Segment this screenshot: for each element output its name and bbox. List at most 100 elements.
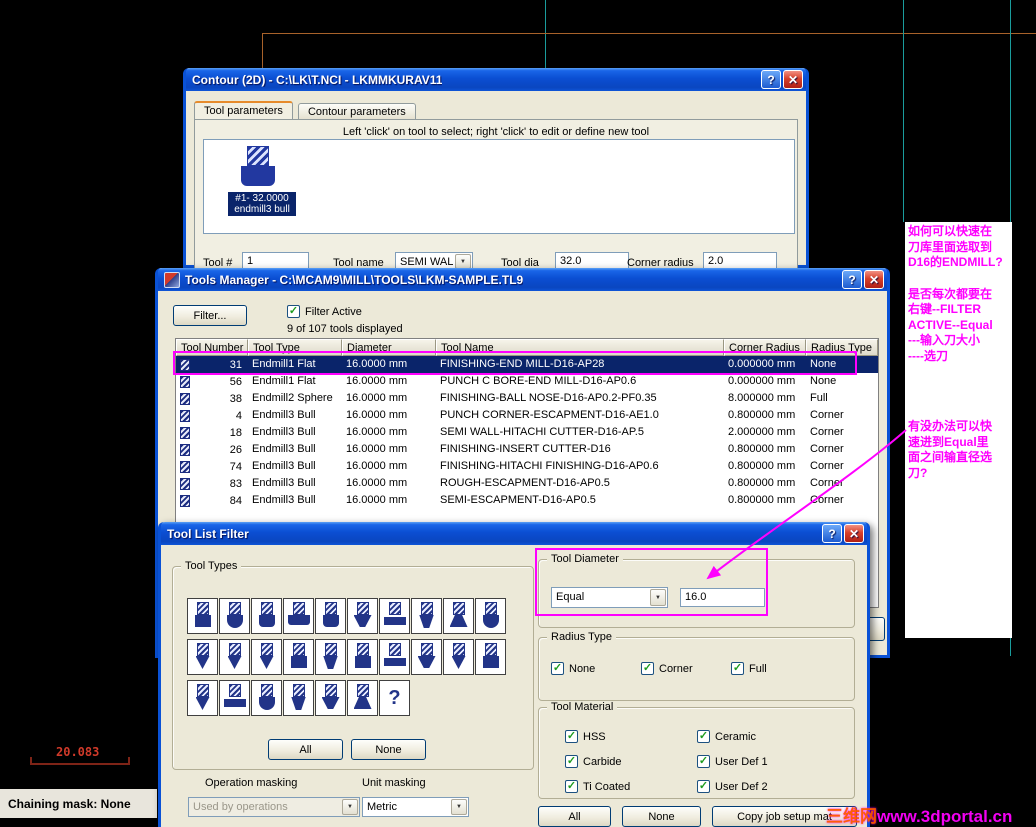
counter-sink-icon[interactable] xyxy=(411,639,442,675)
slot-mill-icon[interactable] xyxy=(379,598,410,634)
dropdown-arrow-icon[interactable]: ▼ xyxy=(455,254,471,269)
tool-shank-icon xyxy=(247,146,269,166)
tool-type-cell: Endmill3 Bull xyxy=(252,426,316,438)
tool-row-38[interactable]: 38 Endmill2 Sphere 16.0000 mm FINISHING-BAL… xyxy=(176,390,878,407)
material-none-button[interactable]: None xyxy=(622,806,701,827)
unit-masking-label: Unit masking xyxy=(362,777,426,789)
face-mill-icon[interactable] xyxy=(283,598,314,634)
tool-row-84[interactable]: 84 Endmill3 Bull 16.0000 mm SEMI-ESCAPMENT-… xyxy=(176,492,878,509)
lollipop-mill-icon[interactable] xyxy=(475,598,506,634)
bore-bar-icon[interactable] xyxy=(347,639,378,675)
tool-types-label: Tool Types xyxy=(181,560,242,572)
counter-bore-icon[interactable] xyxy=(379,639,410,675)
chamfer-mill-icon[interactable] xyxy=(347,598,378,634)
tap-icon[interactable] xyxy=(315,639,346,675)
tool-name-cell: ROUGH-ESCAPMENT-D16-AP0.5 xyxy=(440,477,610,489)
tool-row-56[interactable]: 56 Endmill1 Flat 16.0000 mm PUNCH C BORE-EN… xyxy=(176,373,878,390)
close-button[interactable]: ✕ xyxy=(783,70,803,89)
tab-tool-parameters[interactable]: Tool parameters xyxy=(194,101,293,121)
center-drill-icon[interactable] xyxy=(187,639,218,675)
diameter-value-input[interactable]: 16.0 xyxy=(680,588,765,607)
reamer-icon[interactable] xyxy=(283,639,314,675)
help-button[interactable]: ? xyxy=(761,70,781,89)
tool-material-label: Tool Material xyxy=(547,701,618,713)
col-diameter[interactable]: Diameter xyxy=(342,339,436,356)
taper-mill-icon[interactable] xyxy=(411,598,442,634)
material-ceramic-checkbox[interactable]: ✓ Ceramic xyxy=(697,730,829,743)
col-radius-type[interactable]: Radius Type xyxy=(806,339,878,356)
col-corner-radius[interactable]: Corner Radius xyxy=(724,339,806,356)
help-button[interactable]: ? xyxy=(822,524,842,543)
help-button[interactable]: ? xyxy=(842,270,862,289)
tools-manager-title: Tools Manager - C:\MCAM9\MILL\TOOLS\LKM-… xyxy=(185,272,524,287)
dove-mill-icon[interactable] xyxy=(443,598,474,634)
flat-bottom-drill-icon[interactable] xyxy=(475,639,506,675)
tools-manager-titlebar[interactable]: Tools Manager - C:\MCAM9\MILL\TOOLS\LKM-… xyxy=(158,268,887,291)
chamfer-mill-2-icon[interactable] xyxy=(315,680,346,716)
drill-icon[interactable] xyxy=(251,639,282,675)
material-carbide-checkbox[interactable]: ✓ Carbide xyxy=(565,755,697,768)
operation-masking-combo[interactable]: Used by operations ▼ xyxy=(188,797,360,817)
tool-types-none-button[interactable]: None xyxy=(351,739,426,760)
radius-full-checkbox[interactable]: ✓ Full xyxy=(731,662,821,675)
material-ti-coated-checkbox[interactable]: ✓ Ti Coated xyxy=(565,780,697,793)
tool-row-31[interactable]: 31 Endmill1 Flat 16.0000 mm FINISHING-END M… xyxy=(176,356,878,373)
tool-row-83[interactable]: 83 Endmill3 Bull 16.0000 mm ROUGH-ESCAPMENT… xyxy=(176,475,878,492)
tool-list-filter-titlebar[interactable]: Tool List Filter ? ✕ xyxy=(161,522,867,545)
radius-type-label: Radius Type xyxy=(547,631,616,643)
material-user-def-2-checkbox[interactable]: ✓ User Def 2 xyxy=(697,780,829,793)
geometry-line-vertical-orange xyxy=(262,33,263,68)
selected-tool-label[interactable]: #1- 32.0000 endmill3 bull xyxy=(228,192,296,216)
tool-list-area[interactable]: #1- 32.0000 endmill3 bull xyxy=(203,139,795,234)
tool-name-cell: FINISHING-BALL NOSE-D16-AP0.2-PF0.35 xyxy=(440,392,657,404)
endmill-flat-icon[interactable] xyxy=(187,598,218,634)
tool-types-all-button[interactable]: All xyxy=(268,739,343,760)
tool-select-hint: Left 'click' on tool to select; right 'c… xyxy=(342,126,650,138)
taper-reamer-icon[interactable] xyxy=(283,680,314,716)
contour-titlebar[interactable]: Contour (2D) - C:\LK\T.NCI - LKMMKURAV11… xyxy=(186,68,806,91)
filter-active-checkbox[interactable]: ✓ Filter Active xyxy=(287,305,362,318)
tool-row-26[interactable]: 26 Endmill3 Bull 16.0000 mm FINISHING-INSER… xyxy=(176,441,878,458)
tool-mini-icon xyxy=(180,409,190,422)
col-tool-number[interactable]: Tool Number xyxy=(176,339,248,356)
barrel-mill-icon[interactable] xyxy=(251,680,282,716)
close-button[interactable]: ✕ xyxy=(864,270,884,289)
endmill-bull-icon[interactable] xyxy=(251,598,282,634)
chaining-mask-text: Chaining mask: None xyxy=(8,796,131,811)
col-tool-name[interactable]: Tool Name xyxy=(436,339,724,356)
dropdown-arrow-icon[interactable]: ▼ xyxy=(342,799,358,815)
tool-row-4[interactable]: 4 Endmill3 Bull 16.0000 mm PUNCH CORNER-ESC… xyxy=(176,407,878,424)
thread-mill-icon[interactable] xyxy=(219,680,250,716)
radius-corner-checkbox[interactable]: ✓ Corner xyxy=(641,662,731,675)
radius-none-checkbox[interactable]: ✓ None xyxy=(551,662,641,675)
custom-tool-icon[interactable] xyxy=(347,680,378,716)
dropdown-arrow-icon[interactable]: ▼ xyxy=(451,799,467,815)
spot-drill-icon[interactable] xyxy=(219,639,250,675)
engrave-tool-icon[interactable] xyxy=(187,680,218,716)
selected-tool-icon[interactable] xyxy=(232,146,284,190)
material-hss-checkbox[interactable]: ✓ HSS xyxy=(565,730,697,743)
endmill-sphere-icon[interactable] xyxy=(219,598,250,634)
diameter-operator-combo[interactable]: Equal ▼ xyxy=(551,587,668,608)
geometry-line-vertical-2 xyxy=(903,0,904,222)
tool-mini-icon xyxy=(180,426,190,439)
col-tool-type[interactable]: Tool Type xyxy=(248,339,342,356)
close-button[interactable]: ✕ xyxy=(844,524,864,543)
tool-mini-icon xyxy=(180,358,190,371)
diameter-cell: 16.0000 mm xyxy=(346,375,408,387)
material-all-button[interactable]: All xyxy=(538,806,611,827)
corner-radius-cell: 0.800000 mm xyxy=(728,409,796,421)
undefined-tool-icon[interactable]: ? xyxy=(379,680,410,716)
material-user-def-1-checkbox[interactable]: ✓ User Def 1 xyxy=(697,755,829,768)
radius-mill-icon[interactable] xyxy=(315,598,346,634)
unit-masking-combo[interactable]: Metric ▼ xyxy=(362,797,469,817)
geometry-line-vertical-1 xyxy=(545,0,546,68)
dimension-line xyxy=(30,757,130,765)
tool-row-18[interactable]: 18 Endmill3 Bull 16.0000 mm SEMI WALL-HITAC… xyxy=(176,424,878,441)
brad-point-drill-icon[interactable] xyxy=(443,639,474,675)
selected-tool-line1: #1- 32.0000 xyxy=(235,193,289,204)
filter-button[interactable]: Filter... xyxy=(173,305,247,326)
tool-row-74[interactable]: 74 Endmill3 Bull 16.0000 mm FINISHING-HITAC… xyxy=(176,458,878,475)
dropdown-arrow-icon[interactable]: ▼ xyxy=(650,589,666,606)
diameter-cell: 16.0000 mm xyxy=(346,392,408,404)
